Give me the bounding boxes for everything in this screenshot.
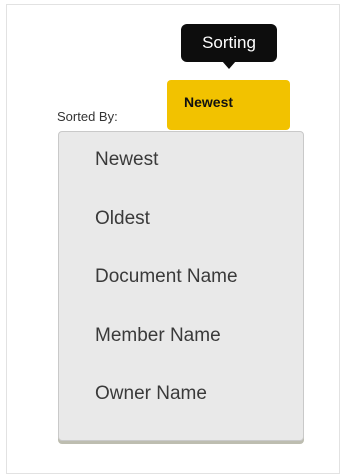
tooltip-arrow [222, 61, 236, 69]
menu-item-member-name[interactable]: Member Name [95, 325, 221, 347]
sort-dropdown-button[interactable]: Newest [167, 80, 290, 130]
sorting-tooltip: Sorting [181, 24, 277, 62]
menu-item-owner-name[interactable]: Owner Name [95, 383, 207, 405]
sort-selected-value: Newest [184, 94, 234, 110]
sort-options-menu: Newest Oldest Document Name Member Name … [58, 131, 304, 441]
menu-item-document-name[interactable]: Document Name [95, 266, 238, 288]
menu-item-oldest[interactable]: Oldest [95, 208, 150, 230]
sorted-by-label: Sorted By: [57, 109, 118, 124]
menu-item-newest[interactable]: Newest [95, 149, 158, 171]
tooltip-text: Sorting [202, 33, 256, 52]
